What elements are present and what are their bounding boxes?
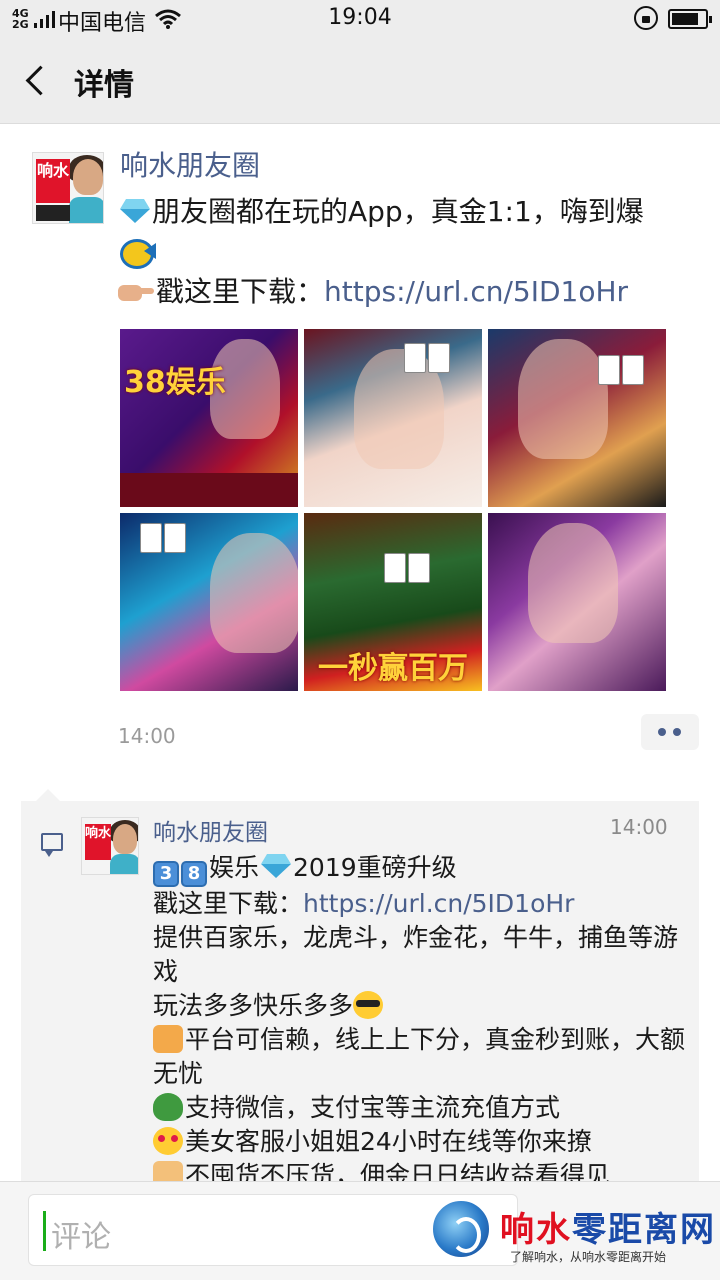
comment-avatar[interactable]: 响水 (81, 817, 139, 875)
nav-bar: 详情 (0, 38, 720, 124)
more-actions-button[interactable] (641, 714, 699, 750)
comment-placeholder: 评论 (51, 1220, 111, 1255)
image-tile-1[interactable]: 38娱乐 (120, 329, 298, 507)
turtle-icon (153, 1093, 183, 1121)
status-bar: 4G 2G 中国电信 19:04 (0, 0, 720, 38)
chevron-left-icon[interactable] (24, 64, 48, 96)
pointing-hand-icon (118, 277, 156, 305)
sunglasses-face-icon (353, 991, 384, 1019)
post-time: 14:00 (118, 724, 176, 748)
keycap-icon: 8 (181, 861, 207, 887)
comment-author[interactable]: 响水朋友圈 (153, 813, 268, 847)
image-tile-text: 一秒赢百万 (318, 651, 468, 686)
post-text: 朋友圈都在玩的App，真金1:1，嗨到爆 戳这里下载：https://url.c… (118, 192, 698, 312)
clock: 19:04 (328, 5, 392, 30)
comment-time: 14:00 (610, 815, 668, 839)
page-title: 详情 (74, 68, 134, 103)
text-caret (43, 1211, 46, 1251)
gem-icon (259, 852, 293, 880)
image-tile-6[interactable] (488, 513, 666, 691)
fish-icon (118, 235, 158, 269)
image-grid: 38娱乐 一秒赢百万 (120, 329, 666, 691)
rotation-lock-icon (634, 6, 658, 30)
watermark-subtitle: 了解响水，从响水零距离开始 (510, 1250, 667, 1264)
comment-icon (41, 833, 63, 857)
image-tile-5[interactable]: 一秒赢百万 (304, 513, 482, 691)
comment-text: 3 8 娱乐 2019重磅升级 戳这里下载：https://url.cn/5ID1oH… (153, 852, 686, 1190)
comments-pointer (36, 789, 60, 801)
avatar[interactable]: 响水 (32, 152, 104, 224)
image-tile-3[interactable] (488, 329, 666, 507)
image-tile-4[interactable] (120, 513, 298, 691)
gem-icon (118, 197, 152, 225)
image-tile-2[interactable] (304, 329, 482, 507)
fist-icon (153, 1025, 183, 1053)
post-line-1: 朋友圈都在玩的App，真金1:1，嗨到爆 (152, 195, 644, 228)
battery-icon (668, 9, 712, 29)
image-tile-text: 38娱乐 (124, 365, 226, 400)
watermark-title: 响水零距离网 (500, 1210, 716, 1250)
comment-link[interactable]: https://url.cn/5ID1oHr (303, 889, 574, 918)
heart-eyes-icon (153, 1127, 183, 1155)
watermark: 响水零距离网 了解响水，从响水零距离开始 (430, 1196, 720, 1280)
post-link-prefix: 戳这里下载： (156, 275, 325, 308)
post-author[interactable]: 响水朋友圈 (120, 144, 260, 184)
avatar-logo: 响水 (85, 824, 111, 860)
post-link[interactable]: https://url.cn/5ID1oHr (324, 275, 628, 308)
avatar-logo: 响水 (36, 159, 70, 203)
site-logo-icon (430, 1198, 492, 1260)
comments-section: 响水 响水朋友圈 14:00 3 8 娱乐 2019重磅升级 戳这里下载：https:… (21, 801, 699, 1201)
keycap-icon: 3 (153, 861, 179, 887)
